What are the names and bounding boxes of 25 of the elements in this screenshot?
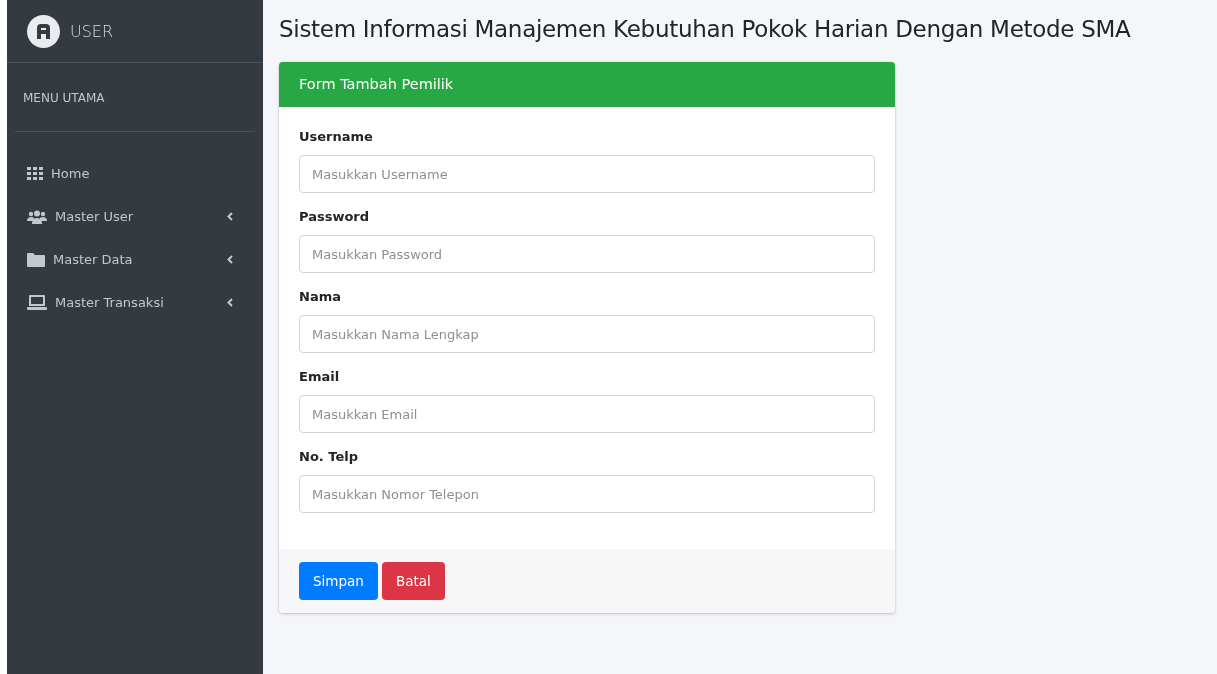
users-icon [27, 209, 47, 224]
input-field[interactable]: Masukkan Nama Lengkap [299, 315, 875, 353]
grid-icon [27, 167, 43, 180]
folder-icon [27, 252, 45, 267]
brand-name[interactable]: USER [70, 21, 114, 41]
input-field[interactable]: Masukkan Password [299, 235, 875, 273]
input-field[interactable]: Masukkan Email [299, 395, 875, 433]
menu-heading: MENU UTAMA [15, 63, 255, 132]
field-label: Email [299, 369, 340, 384]
sidebar-item[interactable]: Master Transaksi [7, 281, 233, 324]
input-field[interactable]: Masukkan Username [299, 155, 875, 193]
cancel-button[interactable]: Batal [381, 562, 445, 600]
laptop-icon [27, 295, 47, 310]
sidebar-item[interactable]: Master Data [7, 238, 233, 281]
field-label: No. Telp [299, 449, 358, 464]
logo-icon [27, 14, 60, 48]
sidebar-item[interactable]: Master User [7, 195, 233, 238]
save-button[interactable]: Simpan [299, 562, 378, 600]
card-header: Form Tambah Pemilik [279, 62, 895, 107]
field-label: Nama [299, 289, 341, 304]
field-label: Password [299, 209, 370, 224]
page-title: Sistem Informasi Manajemen Kebutuhan Pokok Harian Dengan Metode SMA [279, 16, 1132, 42]
input-field[interactable]: Masukkan Nomor Telepon [299, 475, 875, 513]
field-label: Username [299, 129, 373, 144]
sidebar-item[interactable]: Home [7, 152, 233, 195]
